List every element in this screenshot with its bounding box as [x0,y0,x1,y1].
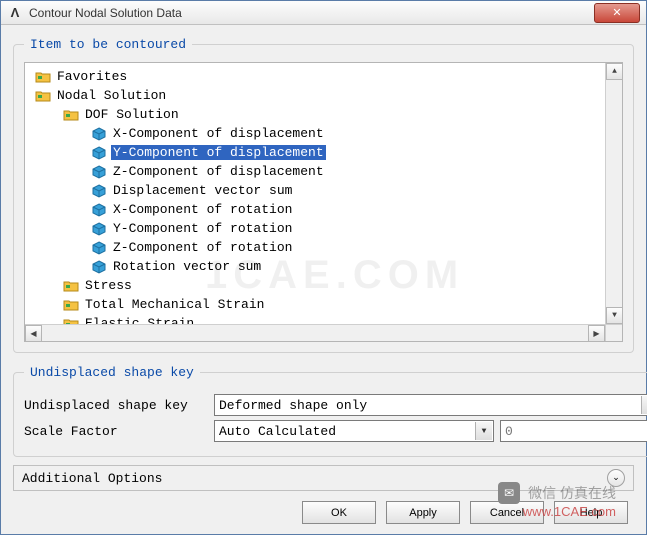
chevron-up-icon: ▲ [612,67,617,76]
vertical-scrollbar[interactable]: ▲ ▼ [605,63,622,324]
scroll-right-button[interactable]: ▶ [588,325,605,342]
folder-icon [35,70,51,84]
scale-factor-row: Scale Factor Auto Calculated ▼ [24,420,647,442]
tree-item-label: Stress [83,278,134,293]
tree-item[interactable]: Z-Component of rotation [29,238,601,257]
chevron-right-icon: ▶ [593,329,599,339]
tree-item[interactable]: Y-Component of displacement [29,143,601,162]
apply-button[interactable]: Apply [386,501,460,524]
additional-options-label: Additional Options [22,471,162,486]
expand-button[interactable]: ⌄ [607,469,625,487]
group-legend: Item to be contoured [24,37,192,52]
scale-factor-label: Scale Factor [24,424,214,439]
folder-icon [63,298,79,312]
tree-panel: Favorites Nodal Solution DOF Solution X-Com… [24,62,623,342]
tree-item[interactable]: Stress [29,276,601,295]
cube-icon [91,184,107,198]
tree-item[interactable]: DOF Solution [29,105,601,124]
cube-icon [91,260,107,274]
tree-item-label: Total Mechanical Strain [83,297,266,312]
vscroll-track[interactable] [606,80,622,307]
app-icon: Λ [7,5,23,21]
button-row: OK Apply Cancel Help [13,497,634,528]
tree-item[interactable]: Total Mechanical Strain [29,295,601,314]
tree-item-label: Z-Component of rotation [111,240,294,255]
folder-icon [35,89,51,103]
cancel-button[interactable]: Cancel [470,501,544,524]
tree-item-label: DOF Solution [83,107,181,122]
tree-item[interactable]: Favorites [29,67,601,86]
additional-options-bar[interactable]: Additional Options ⌄ [13,465,634,491]
folder-icon [63,108,79,122]
undisplaced-shape-key-group: Undisplaced shape key Undisplaced shape … [13,365,647,457]
cube-icon [91,165,107,179]
cube-icon [91,241,107,255]
tree-item[interactable]: Rotation vector sum [29,257,601,276]
tree-item[interactable]: Displacement vector sum [29,181,601,200]
tree-item-label: Z-Component of displacement [111,164,326,179]
tree-item[interactable]: Z-Component of displacement [29,162,601,181]
tree-item-label: Favorites [55,69,129,84]
tree-item-label: Y-Component of rotation [111,221,294,236]
item-to-be-contoured-group: Item to be contoured Favorites Nodal Solu… [13,37,634,353]
scroll-down-button[interactable]: ▼ [606,307,623,324]
horizontal-scrollbar[interactable]: ◀ ▶ [25,324,605,341]
tree-item[interactable]: X-Component of rotation [29,200,601,219]
tree-item[interactable]: Y-Component of rotation [29,219,601,238]
tree-item-label: Rotation vector sum [111,259,263,274]
scroll-up-button[interactable]: ▲ [606,63,623,80]
cube-icon [91,203,107,217]
dropdown-icon: ▼ [475,422,492,440]
tree-item-label: Nodal Solution [55,88,168,103]
dropdown-value: Auto Calculated [219,424,336,439]
cube-icon [91,146,107,160]
shape-key-row: Undisplaced shape key Deformed shape onl… [24,394,647,416]
tree-item-label: Displacement vector sum [111,183,294,198]
cube-icon [91,222,107,236]
chevron-down-icon: ⌄ [612,473,620,483]
treeview[interactable]: Favorites Nodal Solution DOF Solution X-Com… [25,63,605,324]
scroll-left-button[interactable]: ◀ [25,325,42,342]
dropdown-value: Deformed shape only [219,398,367,413]
cube-icon [91,127,107,141]
help-button[interactable]: Help [554,501,628,524]
tree-item[interactable]: Elastic Strain [29,314,601,324]
dialog-window: Λ Contour Nodal Solution Data ✕ Item to … [0,0,647,535]
close-icon: ✕ [612,6,621,19]
tree-item-label: Elastic Strain [83,316,196,324]
ok-button[interactable]: OK [302,501,376,524]
window-title: Contour Nodal Solution Data [29,6,594,20]
scale-factor-dropdown[interactable]: Auto Calculated ▼ [214,420,494,442]
tree-item-label: Y-Component of displacement [111,145,326,160]
chevron-left-icon: ◀ [30,329,36,339]
titlebar[interactable]: Λ Contour Nodal Solution Data ✕ [1,1,646,25]
shape-key-dropdown[interactable]: Deformed shape only ▼ [214,394,647,416]
tree-item-label: X-Component of rotation [111,202,294,217]
scale-factor-input[interactable] [500,420,647,442]
folder-icon [63,317,79,325]
folder-icon [63,279,79,293]
group-legend: Undisplaced shape key [24,365,200,380]
scroll-corner [605,324,622,341]
chevron-down-icon: ▼ [612,311,617,320]
tree-item[interactable]: Nodal Solution [29,86,601,105]
tree-item[interactable]: X-Component of displacement [29,124,601,143]
hscroll-track[interactable] [42,325,588,341]
close-button[interactable]: ✕ [594,3,640,23]
client-area: Item to be contoured Favorites Nodal Solu… [1,25,646,534]
tree-item-label: X-Component of displacement [111,126,326,141]
shape-key-label: Undisplaced shape key [24,398,214,413]
dropdown-icon: ▼ [641,396,647,414]
